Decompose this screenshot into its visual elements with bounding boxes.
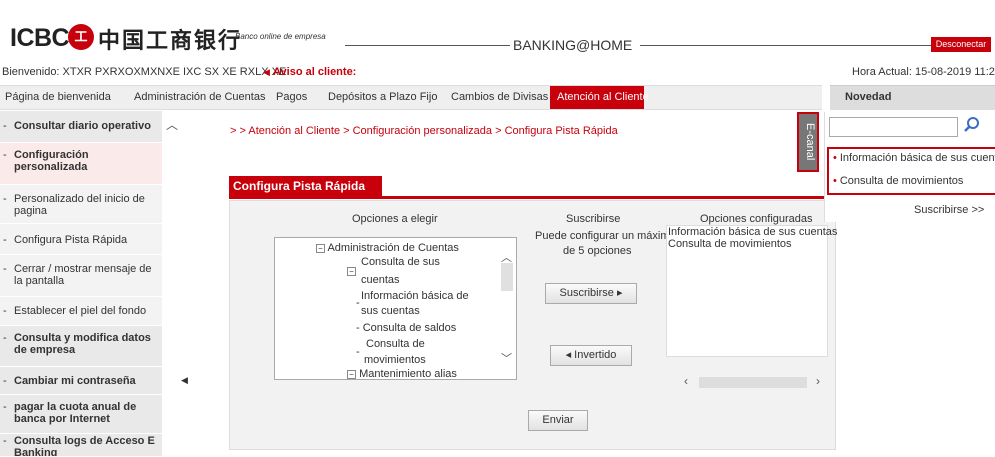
collapse-icon[interactable]: − <box>347 266 356 276</box>
tagline: Banco online de empresa <box>235 32 326 41</box>
subscribe-header: Suscribirse <box>566 213 621 225</box>
tree-leaf[interactable]: - Consulta de saldos <box>356 322 456 334</box>
max-options-note: de 5 opciones <box>563 245 632 257</box>
sidebar-item-label: Establecer el piel del fondo <box>14 305 147 317</box>
quick-link-label: Consulta de movimientos <box>839 175 964 187</box>
bullet-icon: • <box>833 152 837 164</box>
tree-dash: - <box>356 346 360 358</box>
tree-leaf[interactable]: Información básica de <box>361 290 469 302</box>
sidebar-item-label: Configuración personalizada <box>14 149 89 173</box>
send-button[interactable]: Enviar <box>528 410 588 431</box>
tree-node-label: sus cuentas <box>361 305 420 317</box>
tree-node-label: Administración de Cuentas <box>327 242 459 254</box>
search-input[interactable] <box>829 117 958 137</box>
chevron-left-icon[interactable]: ‹ <box>684 374 688 388</box>
tree-node-label: - Consulta de saldos <box>356 322 457 334</box>
collapse-icon[interactable]: − <box>347 369 356 379</box>
sidebar-item-background-skin[interactable]: - Establecer el piel del fondo <box>0 297 162 326</box>
sidebar-item-home-custom[interactable]: - Personalizado del inicio de pagina <box>0 185 162 224</box>
title-divider <box>229 196 836 199</box>
configured-item[interactable]: Información básica de sus cuentas <box>668 226 837 238</box>
tree-node[interactable]: − Administración de Cuentas <box>316 242 459 254</box>
triangle-left-icon: ◀ <box>263 67 270 77</box>
options-header: Opciones a elegir <box>352 213 438 225</box>
nav-item-deposits[interactable]: Depósitos a Plazo Fijo <box>328 91 437 103</box>
sidebar-item-label: Configura Pista Rápida <box>14 234 128 246</box>
invert-button[interactable]: ◂ Invertido <box>550 345 632 366</box>
chevron-up-icon[interactable]: ︿ <box>166 116 178 133</box>
nav-item-payments[interactable]: Pagos <box>276 91 307 103</box>
scrollbar-thumb[interactable] <box>699 377 807 388</box>
logo-seal-icon: 工 <box>68 24 94 50</box>
sidebar-item-change-password[interactable]: - Cambiar mi contraseña <box>0 367 162 395</box>
sidebar-item-label: Personalizado del inicio de pagina <box>14 193 145 217</box>
sidebar-item-annual-fee[interactable]: - pagar la cuota anual de banca por Inter… <box>0 395 162 434</box>
sidebar-item-quick-track[interactable]: - Configura Pista Rápida <box>0 224 162 255</box>
tab-novedad-label: Novedad <box>845 91 892 103</box>
nav-item-customer-service[interactable]: Atención al Cliente <box>557 91 649 103</box>
sidebar-item-access-logs[interactable]: - Consulta logs de Acceso E Banking <box>0 434 162 457</box>
tree-node-label: Consulta de <box>366 338 425 350</box>
max-options-note: Puede configurar un máximo <box>535 230 676 242</box>
tree-node-label: Información básica de <box>361 290 469 302</box>
subscribe-button[interactable]: Suscribirse ▸ <box>545 283 637 304</box>
collapse-icon[interactable]: − <box>316 243 325 253</box>
divider <box>640 45 932 46</box>
logo-icbc: ICBC <box>10 24 70 52</box>
tree-toggle[interactable]: − <box>347 265 356 277</box>
tree-dash: - <box>356 297 360 309</box>
sidebar-item-company-data[interactable]: - Consulta y modifica datos de empresa <box>0 326 162 367</box>
notice-link[interactable]: Aviso al cliente: <box>273 66 356 78</box>
sidebar-item-toggle-message[interactable]: - Cerrar / mostrar mensaje de la pantalla <box>0 255 162 297</box>
chevron-right-icon[interactable]: › <box>816 374 820 388</box>
search-icon[interactable] <box>963 116 983 136</box>
nav-item-accounts[interactable]: Administración de Cuentas <box>134 91 265 103</box>
current-time: Hora Actual: 15-08-2019 11:23:3 <box>852 66 995 78</box>
nav-item-welcome[interactable]: Página de bienvenida <box>5 91 111 103</box>
tree-node-label: Mantenimiento alias <box>359 368 457 380</box>
sidebar-item-label: Consultar diario operativo <box>14 120 151 132</box>
quick-link[interactable]: • Consulta de movimientos <box>833 175 963 187</box>
sidebar-item-personal-config[interactable]: - Configuración personalizada <box>0 143 162 185</box>
tree-node[interactable]: − Mantenimiento alias <box>347 368 457 380</box>
tree-node-label: cuentas <box>361 274 400 286</box>
breadcrumb: > > Atención al Cliente > Configuración … <box>230 125 618 137</box>
sidebar-scrollbar[interactable] <box>162 111 190 457</box>
quick-link[interactable]: • Información básica de sus cuentas <box>833 152 995 164</box>
logout-button[interactable]: Desconectar <box>931 37 991 52</box>
sidebar-item-label: Cerrar / mostrar mensaje de la pantalla <box>14 263 152 287</box>
sidebar-item-label: Cambiar mi contraseña <box>14 375 136 387</box>
logo-chinese: 中国工商银行 <box>98 29 243 54</box>
tree-leaf[interactable]: Consulta de <box>366 338 425 350</box>
configured-header: Opciones configuradas <box>700 213 813 225</box>
ecanal-label: E-canal <box>804 123 816 161</box>
subscribe-link[interactable]: Suscribirse >> <box>914 204 984 216</box>
sidebar-item-daily-log[interactable]: - Consultar diario operativo <box>0 112 162 143</box>
sidebar-item-label: pagar la cuota anual de banca por Intern… <box>14 401 137 425</box>
page-title: Configura Pista Rápida <box>229 176 382 197</box>
scrollbar-thumb[interactable] <box>501 263 513 291</box>
tree-node-label: movimientos <box>364 354 426 366</box>
chevron-down-icon[interactable]: ﹀ <box>501 350 512 366</box>
divider <box>345 45 510 46</box>
tree-node[interactable]: Consulta de sus <box>347 256 440 268</box>
quick-link-label: Información básica de sus cuentas <box>839 152 995 164</box>
nav-item-currency[interactable]: Cambios de Divisas <box>451 91 548 103</box>
banking-title: BANKING@HOME <box>513 37 633 53</box>
title-tab-notch <box>372 176 382 197</box>
nav-separator <box>822 85 830 110</box>
sidebar-item-label: Consulta logs de Acceso E Banking <box>14 435 155 457</box>
configured-item[interactable]: Consulta de movimientos <box>668 238 792 250</box>
collapse-left-icon[interactable]: ◀ <box>181 375 188 386</box>
tree-node-label: Consulta de sus <box>361 256 440 268</box>
bullet-icon: • <box>833 175 837 187</box>
sidebar-item-label: Consulta y modifica datos de empresa <box>14 332 151 356</box>
welcome-text: Bienvenido: XTXR PXRXOXMXNXE IXC SX XE R… <box>2 66 287 78</box>
